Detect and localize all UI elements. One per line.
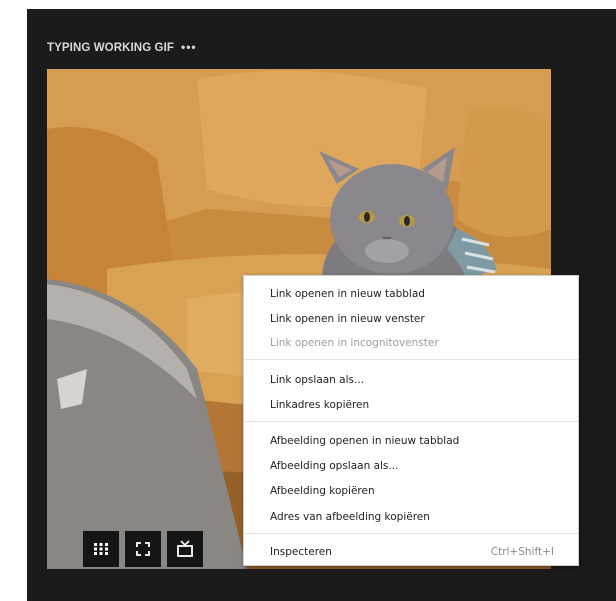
gif-header: TYPING WORKING GIF ••• — [47, 40, 197, 56]
more-options-button[interactable]: ••• — [181, 41, 197, 53]
gif-controls — [83, 531, 203, 567]
menu-item-open-link-new-window[interactable]: Link openen in nieuw venster — [244, 307, 578, 331]
menu-separator — [244, 421, 578, 422]
menu-item-open-link-incognito: Link openen in incognitovenster — [270, 337, 439, 349]
context-menu: Link openen in nieuw tabblad Link openen… — [243, 275, 579, 566]
tv-button[interactable] — [167, 531, 203, 567]
menu-item-copy-image-address[interactable]: Adres van afbeelding kopiëren — [244, 505, 578, 529]
menu-item-save-link-as[interactable]: Link opslaan als... — [244, 368, 578, 392]
menu-item-open-link-new-tab[interactable]: Link openen in nieuw tabblad — [244, 282, 578, 306]
menu-item-inspect[interactable]: Inspecteren Ctrl+Shift+I — [244, 540, 578, 564]
fullscreen-button[interactable] — [125, 531, 161, 567]
menu-item-copy-image[interactable]: Afbeelding kopiëren — [244, 479, 578, 503]
menu-item-open-image-new-tab[interactable]: Afbeelding openen in nieuw tabblad — [244, 429, 578, 453]
inspect-shortcut: Ctrl+Shift+I — [490, 546, 554, 558]
menu-separator — [244, 533, 578, 534]
menu-item-save-image-as[interactable]: Afbeelding opslaan als... — [244, 454, 578, 478]
menu-item-copy-link-address[interactable]: Linkadres kopiëren — [244, 393, 578, 417]
grid-icon — [94, 543, 108, 555]
tv-icon — [177, 540, 193, 557]
fullscreen-icon — [136, 542, 150, 556]
grid-button[interactable] — [83, 531, 119, 567]
gif-title: TYPING WORKING GIF — [47, 42, 175, 54]
menu-separator — [244, 359, 578, 360]
